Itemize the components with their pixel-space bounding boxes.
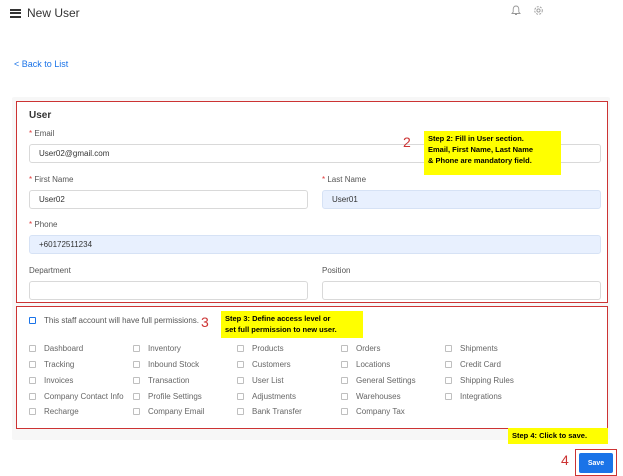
permission-checkbox[interactable]	[237, 345, 244, 352]
permission-item[interactable]: Recharge	[29, 407, 79, 416]
position-label: Position	[322, 266, 351, 275]
permission-checkbox[interactable]	[237, 361, 244, 368]
permission-checkbox[interactable]	[133, 408, 140, 415]
permission-item[interactable]: Adjustments	[237, 392, 296, 401]
permission-label: Inventory	[148, 344, 181, 353]
permission-label: Inbound Stock	[148, 360, 200, 369]
permission-label: Company Tax	[356, 407, 405, 416]
permission-item[interactable]: Company Contact Info	[29, 392, 124, 401]
permission-label: Adjustments	[252, 392, 297, 401]
permission-label: Invoices	[44, 376, 74, 385]
permission-item[interactable]: Company Tax	[341, 407, 405, 416]
permission-checkbox[interactable]	[133, 393, 140, 400]
permission-item[interactable]: Shipping Rules	[445, 376, 514, 385]
permission-label: Tracking	[44, 360, 75, 369]
permission-item[interactable]: Profile Settings	[133, 392, 202, 401]
user-section-title: User	[29, 110, 52, 121]
phone-field[interactable]: +60172511234	[29, 235, 601, 254]
last-name-label: * Last Name	[322, 175, 367, 184]
permission-checkbox[interactable]	[133, 345, 140, 352]
step-3-number: 3	[201, 314, 209, 330]
phone-label: * Phone	[29, 220, 58, 229]
permission-item[interactable]: Warehouses	[341, 392, 401, 401]
permission-item[interactable]: Tracking	[29, 360, 74, 369]
permission-label: Products	[252, 344, 284, 353]
permission-checkbox[interactable]	[133, 377, 140, 384]
permission-label: General Settings	[356, 376, 416, 385]
permission-label: Company Contact Info	[44, 392, 124, 401]
permission-label: Transaction	[148, 376, 190, 385]
permission-checkbox[interactable]	[29, 408, 36, 415]
permission-item[interactable]: Dashboard	[29, 344, 83, 353]
permission-checkbox[interactable]	[133, 361, 140, 368]
permission-item[interactable]: Company Email	[133, 407, 204, 416]
first-name-label: * First Name	[29, 175, 74, 184]
permission-checkbox[interactable]	[29, 361, 36, 368]
permission-item[interactable]: Products	[237, 344, 284, 353]
permission-label: Integrations	[460, 392, 502, 401]
back-to-list-link[interactable]: < Back to List	[14, 59, 68, 69]
step-2-number: 2	[403, 134, 411, 150]
permission-label: Warehouses	[356, 392, 401, 401]
permission-item[interactable]: Inbound Stock	[133, 360, 199, 369]
permission-checkbox[interactable]	[29, 377, 36, 384]
step-3-note: Step 3: Define access level or set full …	[221, 311, 363, 338]
page-title: New User	[27, 6, 80, 20]
permission-item[interactable]: Orders	[341, 344, 380, 353]
gear-icon[interactable]	[532, 5, 544, 17]
permission-item[interactable]: Invoices	[29, 376, 73, 385]
bell-icon[interactable]	[510, 5, 522, 17]
permission-checkbox[interactable]	[445, 361, 452, 368]
permission-checkbox[interactable]	[341, 408, 348, 415]
permission-item[interactable]: Locations	[341, 360, 390, 369]
permission-item[interactable]: Bank Transfer	[237, 407, 302, 416]
permission-label: Bank Transfer	[252, 407, 302, 416]
permission-checkbox[interactable]	[341, 361, 348, 368]
department-field[interactable]	[29, 281, 308, 300]
permission-checkbox[interactable]	[237, 393, 244, 400]
last-name-field[interactable]: User01	[322, 190, 601, 209]
permission-checkbox[interactable]	[341, 377, 348, 384]
permission-checkbox[interactable]	[445, 393, 452, 400]
save-button[interactable]: Save	[579, 453, 613, 473]
permission-label: Profile Settings	[148, 392, 202, 401]
step-4-number: 4	[561, 452, 569, 468]
permission-checkbox[interactable]	[29, 345, 36, 352]
full-permission-checkbox[interactable]	[29, 317, 36, 324]
permission-label: Dashboard	[44, 344, 84, 353]
permission-label: User List	[252, 376, 284, 385]
permission-item[interactable]: Inventory	[133, 344, 181, 353]
permission-checkbox[interactable]	[237, 377, 244, 384]
permission-label: Customers	[252, 360, 291, 369]
permission-checkbox[interactable]	[29, 393, 36, 400]
permission-label: Shipping Rules	[460, 376, 514, 385]
permission-item[interactable]: User List	[237, 376, 284, 385]
step-2-note: Step 2: Fill in User section. Email, Fir…	[424, 131, 561, 175]
permission-label: Recharge	[44, 407, 79, 416]
permission-checkbox[interactable]	[341, 393, 348, 400]
permission-item[interactable]: Customers	[237, 360, 291, 369]
permission-label: Company Email	[148, 407, 205, 416]
permission-checkbox[interactable]	[341, 345, 348, 352]
permission-item[interactable]: Integrations	[445, 392, 502, 401]
permission-label: Shipments	[460, 344, 498, 353]
permission-item[interactable]: General Settings	[341, 376, 416, 385]
step-4-note: Step 4: Click to save.	[508, 428, 608, 444]
full-permission-option[interactable]: This staff account will have full permis…	[29, 316, 199, 325]
permission-item[interactable]: Transaction	[133, 376, 190, 385]
permission-checkbox[interactable]	[445, 377, 452, 384]
position-field[interactable]	[322, 281, 601, 300]
page-header: New User	[10, 6, 80, 20]
menu-icon[interactable]	[10, 8, 21, 18]
permission-checkbox[interactable]	[445, 345, 452, 352]
email-label: * Email	[29, 129, 55, 138]
permission-label: Credit Card	[460, 360, 501, 369]
permission-label: Orders	[356, 344, 381, 353]
first-name-field[interactable]: User02	[29, 190, 308, 209]
permission-checkbox[interactable]	[237, 408, 244, 415]
permission-item[interactable]: Shipments	[445, 344, 498, 353]
permission-label: Locations	[356, 360, 391, 369]
permission-item[interactable]: Credit Card	[445, 360, 501, 369]
department-label: Department	[29, 266, 71, 275]
